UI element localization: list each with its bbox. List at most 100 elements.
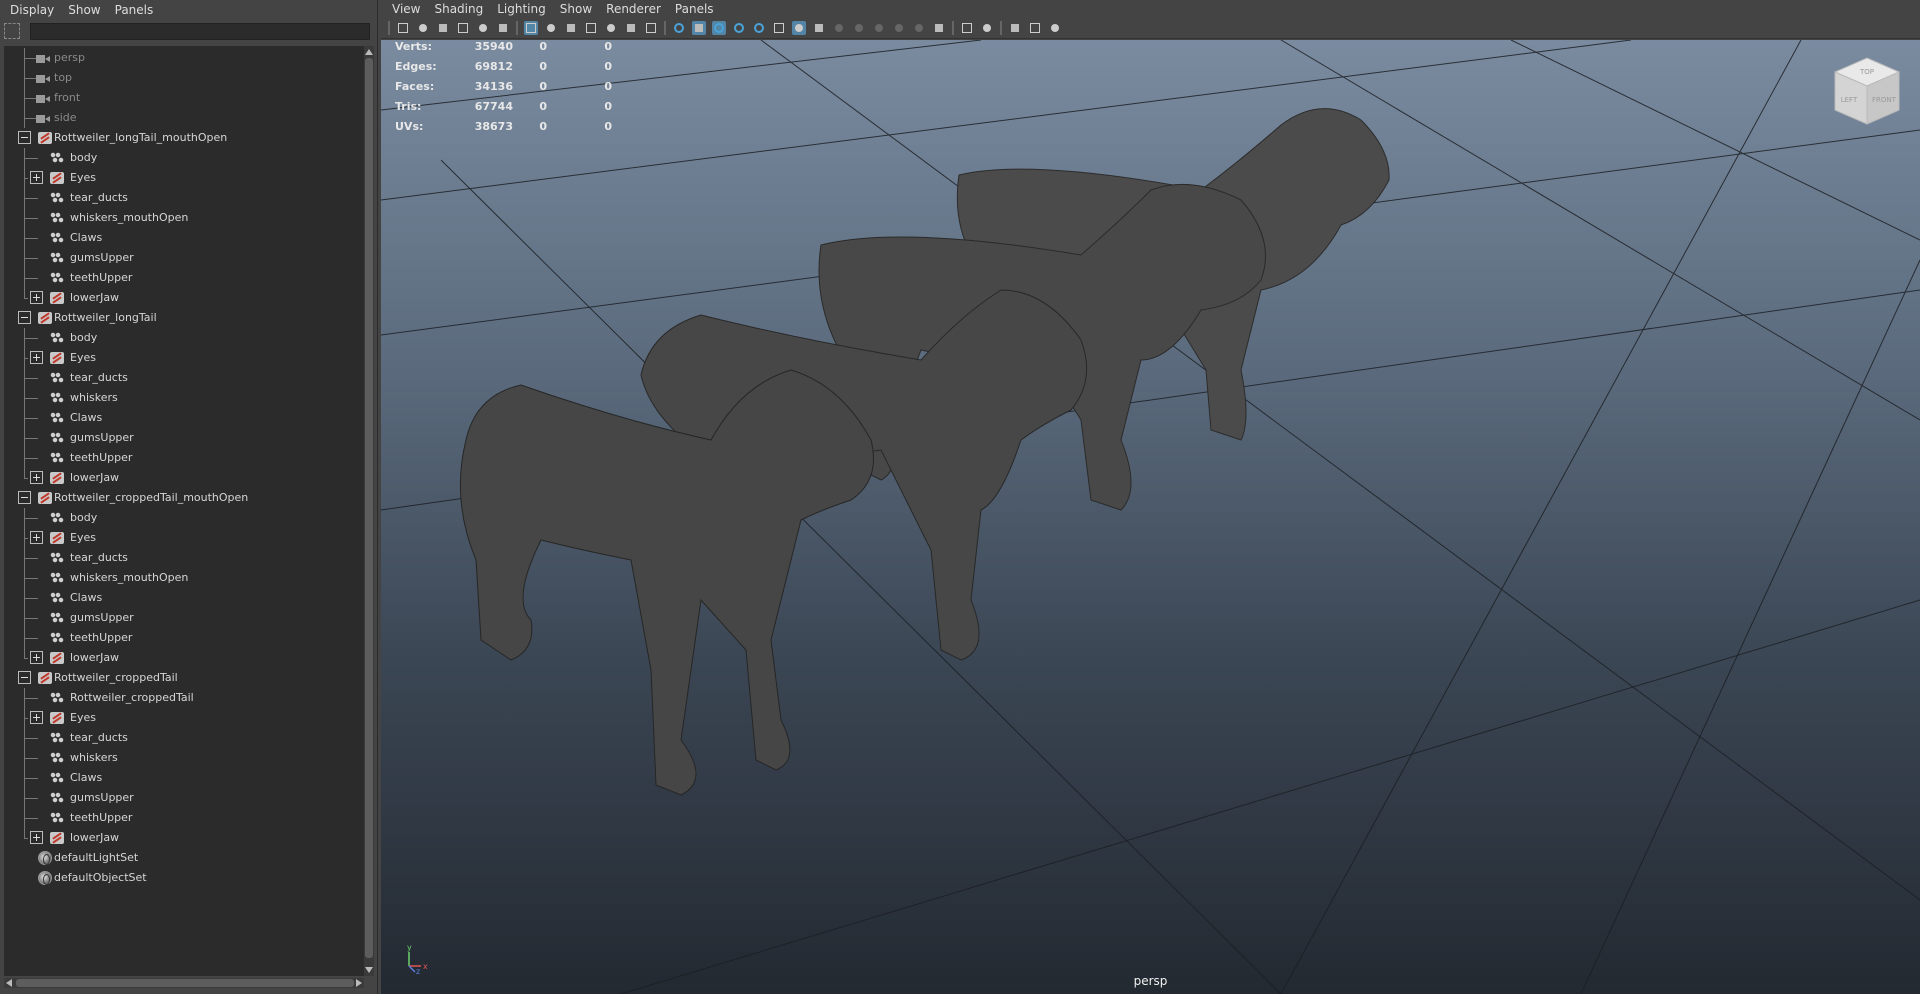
- frame-all-icon[interactable]: [1008, 21, 1022, 35]
- camera-settings-icon[interactable]: [1048, 21, 1062, 35]
- outliner-menu-display[interactable]: Display: [3, 3, 61, 17]
- outliner-item[interactable]: body: [4, 508, 364, 528]
- outliner-item[interactable]: body: [4, 328, 364, 348]
- outliner-item[interactable]: whiskers: [4, 748, 364, 768]
- viewcube-top-label[interactable]: TOP: [1859, 68, 1874, 76]
- backface-culling-icon[interactable]: [852, 21, 866, 35]
- frame-selected-icon[interactable]: [1028, 21, 1042, 35]
- outliner-item[interactable]: defaultObjectSet: [4, 868, 364, 888]
- default-material-icon[interactable]: [712, 21, 726, 35]
- outliner-search-input[interactable]: [30, 22, 370, 40]
- outliner-menu-show[interactable]: Show: [61, 3, 107, 17]
- collapse-minus-icon[interactable]: [18, 311, 31, 324]
- outliner-item[interactable]: Claws: [4, 768, 364, 788]
- expand-plus-icon[interactable]: [30, 831, 43, 844]
- safe-title-icon[interactable]: [644, 21, 658, 35]
- outliner-item[interactable]: Rottweiler_croppedTail: [4, 668, 364, 688]
- outliner-item[interactable]: tear_ducts: [4, 188, 364, 208]
- scroll-right-arrow-icon[interactable]: [356, 979, 362, 987]
- outliner-menu-panels[interactable]: Panels: [108, 3, 161, 17]
- screen-space-ao-icon[interactable]: [872, 21, 886, 35]
- depth-of-field-icon[interactable]: [932, 21, 946, 35]
- viewport-3d-view[interactable]: Verts: 35940 0 0 Edges: 69812 0 0 Faces: 34136 0 0 T…: [381, 40, 1920, 994]
- scroll-up-arrow-icon[interactable]: [365, 49, 373, 55]
- outliner-item[interactable]: Rottweiler_longTail_mouthOpen: [4, 128, 364, 148]
- outliner-item[interactable]: persp: [4, 48, 364, 68]
- outliner-item[interactable]: Eyes: [4, 708, 364, 728]
- outliner-item[interactable]: whiskers: [4, 388, 364, 408]
- outliner-item[interactable]: Eyes: [4, 528, 364, 548]
- outliner-item[interactable]: teethUpper: [4, 808, 364, 828]
- xray-active-icon[interactable]: [812, 21, 826, 35]
- outliner-item[interactable]: lowerJaw: [4, 648, 364, 668]
- outliner-item[interactable]: tear_ducts: [4, 548, 364, 568]
- viewport-menu-panels[interactable]: Panels: [668, 2, 721, 16]
- outliner-item[interactable]: lowerJaw: [4, 468, 364, 488]
- outliner-item[interactable]: tear_ducts: [4, 368, 364, 388]
- outliner-item[interactable]: front: [4, 88, 364, 108]
- outliner-item[interactable]: teethUpper: [4, 628, 364, 648]
- outliner-vertical-scrollbar[interactable]: [364, 46, 374, 976]
- outliner-item[interactable]: Claws: [4, 588, 364, 608]
- outliner-item[interactable]: defaultLightSet: [4, 848, 364, 868]
- outliner-item[interactable]: tear_ducts: [4, 728, 364, 748]
- expand-plus-icon[interactable]: [30, 171, 43, 184]
- expand-plus-icon[interactable]: [30, 651, 43, 664]
- field-chart-icon[interactable]: [604, 21, 618, 35]
- viewcube[interactable]: TOP LEFT FRONT: [1827, 52, 1907, 132]
- scene-canvas[interactable]: [381, 40, 1920, 994]
- outliner-item[interactable]: teethUpper: [4, 448, 364, 468]
- viewcube-front-label[interactable]: FRONT: [1872, 96, 1897, 104]
- expand-plus-icon[interactable]: [30, 351, 43, 364]
- outliner-item[interactable]: Eyes: [4, 168, 364, 188]
- collapse-minus-icon[interactable]: [18, 491, 31, 504]
- viewport-menu-show[interactable]: Show: [553, 2, 599, 16]
- select-camera-icon[interactable]: [396, 21, 410, 35]
- xray-joints-icon[interactable]: [832, 21, 846, 35]
- grease-pencil-icon[interactable]: [496, 21, 510, 35]
- outliner-item[interactable]: gumsUpper: [4, 608, 364, 628]
- scrollbar-thumb[interactable]: [365, 58, 373, 958]
- collapse-minus-icon[interactable]: [18, 671, 31, 684]
- hud-icon[interactable]: [980, 21, 994, 35]
- scroll-left-arrow-icon[interactable]: [6, 979, 12, 987]
- outliner-item[interactable]: Rottweiler_croppedTail: [4, 688, 364, 708]
- scrollbar-thumb[interactable]: [16, 979, 354, 987]
- viewport-menu-lighting[interactable]: Lighting: [490, 2, 553, 16]
- outliner-item[interactable]: lowerJaw: [4, 288, 364, 308]
- wireframe-icon[interactable]: [672, 21, 686, 35]
- film-gate-icon[interactable]: [544, 21, 558, 35]
- outliner-horizontal-scrollbar[interactable]: [4, 978, 364, 988]
- outliner-item[interactable]: gumsUpper: [4, 428, 364, 448]
- image-plane-icon[interactable]: [456, 21, 470, 35]
- outliner-item[interactable]: whiskers_mouthOpen: [4, 568, 364, 588]
- shadows-icon[interactable]: [772, 21, 786, 35]
- smooth-shade-icon[interactable]: [692, 21, 706, 35]
- viewcube-left-label[interactable]: LEFT: [1841, 96, 1858, 104]
- scroll-down-arrow-icon[interactable]: [365, 967, 373, 973]
- resolution-gate-icon[interactable]: [564, 21, 578, 35]
- outliner-item[interactable]: whiskers_mouthOpen: [4, 208, 364, 228]
- motion-blur-icon[interactable]: [892, 21, 906, 35]
- outliner-item[interactable]: body: [4, 148, 364, 168]
- rottweiler-model-1[interactable]: [459, 369, 874, 796]
- use-all-lights-icon[interactable]: [752, 21, 766, 35]
- camera-attributes-icon[interactable]: [416, 21, 430, 35]
- antialiasing-icon[interactable]: [912, 21, 926, 35]
- outliner-item[interactable]: Rottweiler_croppedTail_mouthOpen: [4, 488, 364, 508]
- gate-mask-icon[interactable]: [584, 21, 598, 35]
- viewport-menu-renderer[interactable]: Renderer: [599, 2, 668, 16]
- outliner-item[interactable]: gumsUpper: [4, 788, 364, 808]
- collapse-minus-icon[interactable]: [18, 131, 31, 144]
- outliner-item[interactable]: Rottweiler_longTail: [4, 308, 364, 328]
- viewport-menu-view[interactable]: View: [385, 2, 427, 16]
- filter-icon[interactable]: [4, 23, 20, 39]
- textured-icon[interactable]: [732, 21, 746, 35]
- bookmark-icon[interactable]: [436, 21, 450, 35]
- outliner-item[interactable]: lowerJaw: [4, 828, 364, 848]
- viewport-menu-shading[interactable]: Shading: [427, 2, 490, 16]
- outliner-item[interactable]: Claws: [4, 408, 364, 428]
- expand-plus-icon[interactable]: [30, 531, 43, 544]
- grid-icon[interactable]: [524, 21, 538, 35]
- outliner-item[interactable]: top: [4, 68, 364, 88]
